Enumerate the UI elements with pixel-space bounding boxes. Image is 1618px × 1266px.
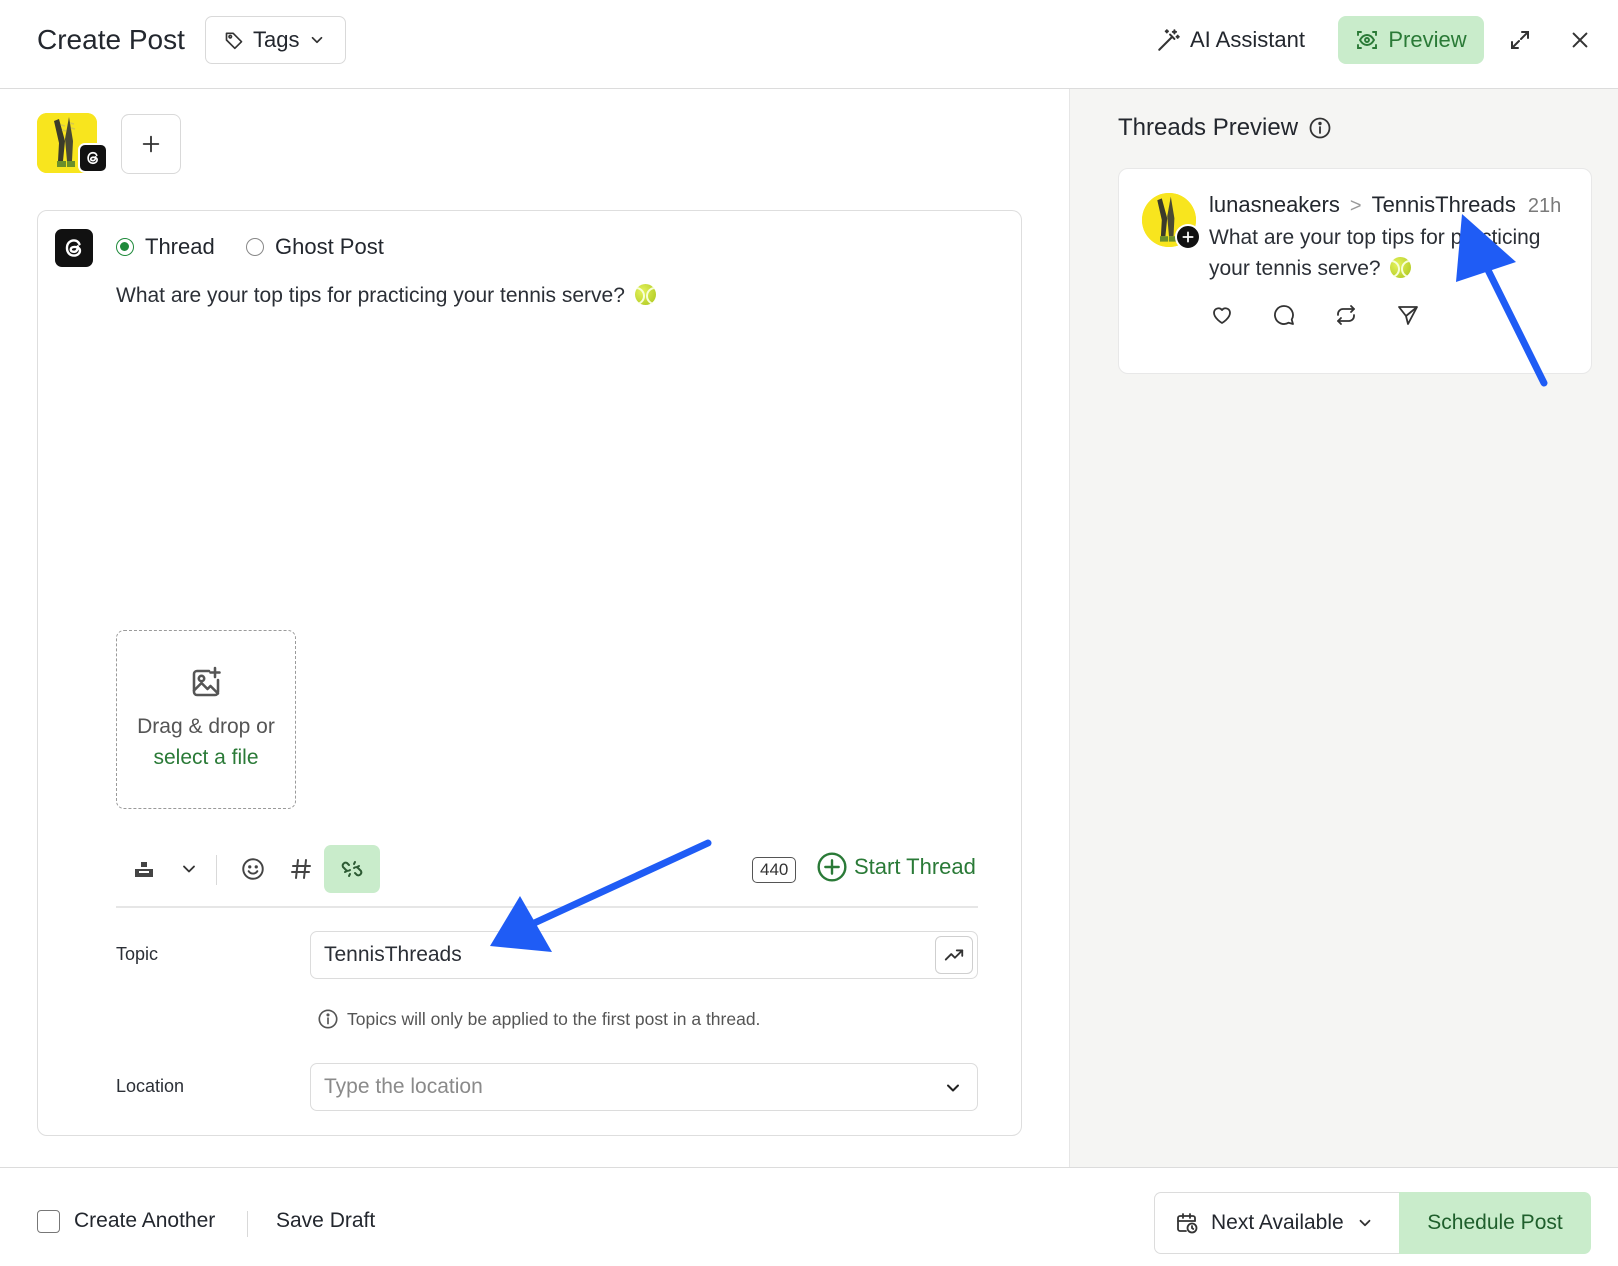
preview-title-text: Threads Preview [1118, 114, 1299, 141]
topic-hint: Topics will only be applied to the first… [317, 1008, 760, 1030]
ghost-post-label: Ghost Post [275, 234, 384, 259]
stack-media-button[interactable] [126, 845, 162, 893]
threads-logo-icon [55, 229, 93, 267]
topic-hint-text: Topics will only be applied to the first… [347, 1008, 761, 1029]
chevron-down-icon [312, 36, 323, 44]
link-shortener-button[interactable] [324, 845, 380, 893]
preview-button[interactable]: Preview [1338, 16, 1484, 64]
info-icon[interactable] [1308, 116, 1332, 140]
topic-label: Topic [116, 944, 159, 964]
preview-post-header: lunasneakers > TennisThreads 21h [1209, 192, 1561, 218]
preview-separator: > [1349, 195, 1362, 217]
preview-label: Preview [1388, 27, 1467, 52]
next-available-label: Next Available [1211, 1211, 1344, 1234]
media-dropzone[interactable]: Drag & drop or select a file [116, 630, 296, 809]
stack-icon [135, 862, 153, 877]
ai-assistant-label: AI Assistant [1190, 27, 1305, 52]
image-add-icon [192, 666, 221, 697]
start-thread-button[interactable]: Start Thread [816, 851, 976, 883]
toolbar-divider [216, 855, 217, 885]
follow-plus-icon [1175, 224, 1201, 250]
add-account-button[interactable] [121, 114, 181, 174]
topic-value: TennisThreads [324, 943, 462, 966]
header-bar: Create Post Tags AI Assistant Preview [0, 0, 1618, 89]
select-file-link[interactable]: select a file [153, 742, 258, 773]
media-options-dropdown[interactable] [172, 845, 206, 893]
tags-label: Tags [253, 27, 300, 52]
plus-icon [142, 135, 160, 153]
post-type-thread[interactable]: Thread [116, 234, 215, 260]
magic-wand-icon [1158, 29, 1180, 51]
preview-title: Threads Preview [1118, 114, 1332, 142]
threads-badge-icon [78, 143, 108, 173]
emoji-button[interactable] [233, 845, 273, 893]
character-count: 440 [752, 857, 797, 883]
preview-actions [1209, 302, 1421, 328]
ai-assistant-button[interactable]: AI Assistant [1156, 22, 1305, 58]
location-select[interactable]: Type the location [310, 1063, 978, 1111]
schedule-post-button[interactable]: Schedule Post [1399, 1192, 1591, 1254]
thread-radio[interactable] [116, 238, 134, 256]
save-draft-button[interactable]: Save Draft [276, 1209, 375, 1233]
location-label: Location [116, 1076, 185, 1096]
thread-label: Thread [145, 234, 215, 259]
tennis-ball-emoji-icon [1390, 257, 1412, 278]
tag-icon [225, 32, 243, 50]
location-placeholder: Type the location [324, 1075, 483, 1098]
dropzone-text: Drag & drop or [137, 715, 275, 738]
post-text-editor[interactable]: What are your top tips for practicing yo… [116, 284, 656, 308]
close-button[interactable] [1564, 24, 1596, 56]
ghost-post-radio[interactable] [246, 238, 264, 256]
editor-toolbar: 440 Start Thread [116, 845, 978, 907]
expand-button[interactable] [1504, 24, 1536, 56]
hashtag-button[interactable] [281, 845, 321, 893]
schedule-time-dropdown[interactable]: Next Available [1154, 1192, 1400, 1254]
repost-icon [1333, 302, 1359, 328]
trend-up-icon [944, 949, 964, 961]
unlink-icon [341, 861, 363, 877]
chevron-down-icon [947, 1084, 959, 1092]
page-title: Create Post [37, 24, 185, 55]
create-another-toggle[interactable]: Create Another [37, 1209, 215, 1233]
post-type-ghost[interactable]: Ghost Post [246, 234, 384, 260]
post-text: What are your top tips for practicing yo… [116, 284, 625, 307]
trending-topics-button[interactable] [935, 936, 973, 974]
plus-circle-icon [817, 852, 847, 882]
expand-icon [1511, 31, 1529, 49]
chevron-down-icon [1359, 1219, 1371, 1227]
preview-topic: TennisThreads [1371, 192, 1516, 217]
tennis-ball-emoji-icon [634, 284, 656, 305]
hashtag-icon [291, 859, 311, 879]
preview-time: 21h [1527, 195, 1562, 217]
calendar-clock-icon [1177, 1213, 1198, 1234]
topic-input[interactable]: TennisThreads [310, 931, 978, 979]
tags-dropdown-button[interactable]: Tags [205, 16, 346, 64]
create-another-label: Create Another [74, 1209, 216, 1232]
send-icon [1395, 302, 1421, 328]
footer-divider [247, 1211, 248, 1237]
preview-username: lunasneakers [1209, 192, 1340, 217]
preview-text: What are your top tips for practicing yo… [1209, 226, 1541, 280]
preview-post-text: What are your top tips for practicing yo… [1209, 222, 1579, 284]
toolbar-separator [116, 906, 978, 908]
eye-scan-icon [1357, 31, 1378, 49]
chevron-down-icon [183, 865, 195, 873]
comment-icon [1271, 302, 1297, 328]
heart-icon [1209, 302, 1235, 328]
start-thread-label: Start Thread [854, 854, 976, 879]
create-another-checkbox[interactable] [37, 1209, 60, 1233]
info-icon [318, 1009, 338, 1029]
emoji-icon [242, 858, 264, 880]
close-icon [1572, 32, 1588, 48]
